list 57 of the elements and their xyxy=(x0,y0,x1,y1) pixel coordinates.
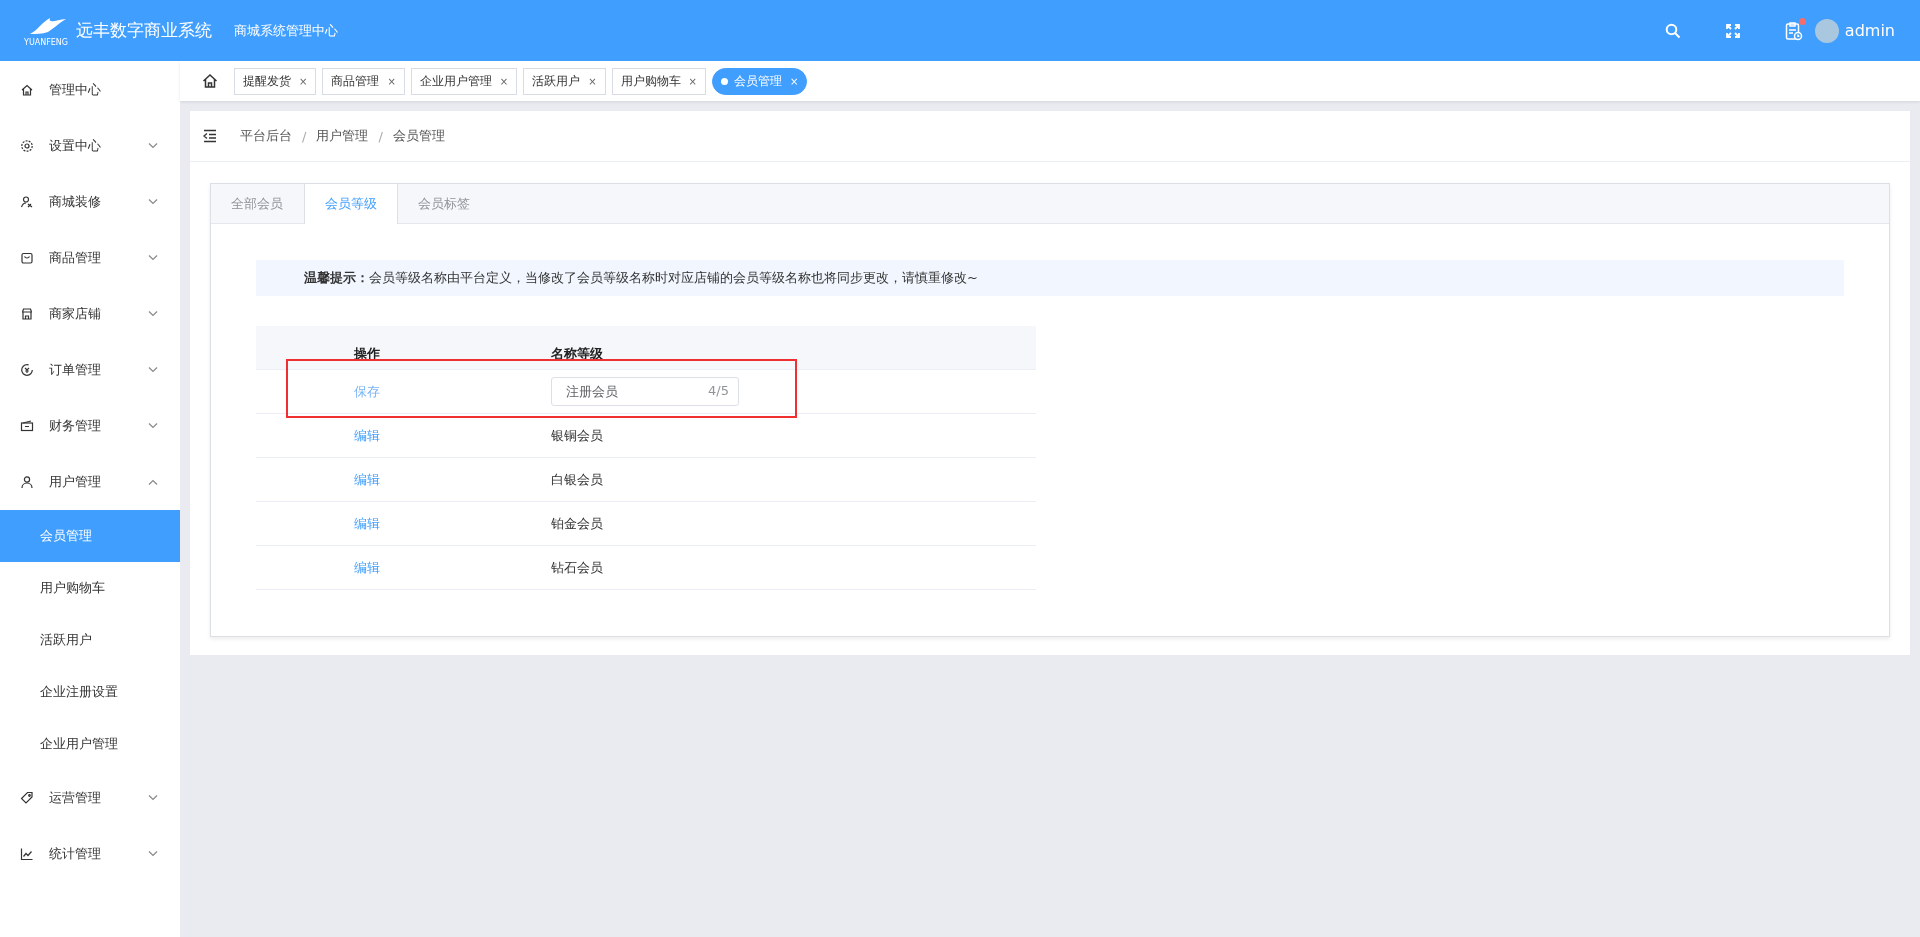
page-tab[interactable]: 企业用户管理 × xyxy=(410,67,518,95)
menu-item-icon xyxy=(20,195,34,209)
menu-item-icon xyxy=(20,847,34,861)
close-tab-icon[interactable]: × xyxy=(387,75,396,87)
menu-item-icon xyxy=(20,307,34,321)
sidebar-item[interactable]: 设置中心 xyxy=(0,118,180,174)
fullscreen-icon[interactable] xyxy=(1724,22,1741,39)
table-cell: 白银会员 xyxy=(551,470,603,489)
notice-text: 温馨提示：会员等级名称由平台定义，当修改了会员等级名称时对应店铺的会员等级名称也将同步更改，请慎重修改~ xyxy=(256,260,1844,296)
close-tab-icon[interactable]: × xyxy=(499,75,509,87)
breadcrumb-item[interactable]: 会员管理 xyxy=(392,127,445,145)
close-tab-icon[interactable]: × xyxy=(588,75,597,87)
avatar[interactable] xyxy=(1814,18,1839,43)
sidebar-item[interactable]: 用户管理 xyxy=(0,454,180,510)
sidebar-subitem[interactable]: 企业注册设置 xyxy=(0,666,180,718)
breadcrumb-separator: / xyxy=(378,128,383,144)
clipboard-icon[interactable] xyxy=(1784,20,1803,41)
sidebar-item[interactable]: 财务管理 xyxy=(0,398,180,454)
breadcrumb-item[interactable]: 用户管理 xyxy=(316,127,369,145)
sidebar-item[interactable]: 运营管理 xyxy=(0,770,180,826)
breadcrumb-item[interactable]: 平台后台 xyxy=(240,127,292,145)
search-icon[interactable] xyxy=(1664,22,1681,39)
menu-item-icon xyxy=(20,475,34,489)
menu-item-icon xyxy=(20,791,34,805)
logo-caption: YUANFENG xyxy=(24,38,69,47)
app-subtitle: 商城系统管理中心 xyxy=(234,21,338,40)
table-cell: 银铜会员 xyxy=(551,426,603,445)
sidebar-item[interactable]: 商城装修 xyxy=(0,174,180,230)
page-tab[interactable]: 用户购物车 × xyxy=(611,67,706,95)
sidebar-item[interactable]: 管理中心 xyxy=(0,62,180,118)
menu-item-icon xyxy=(20,363,34,377)
column-header: 名称等级 xyxy=(551,345,603,363)
close-tab-icon[interactable]: × xyxy=(299,75,308,87)
sidebar-item[interactable]: 商品管理 xyxy=(0,230,180,286)
sidebar-subitem[interactable]: 活跃用户 xyxy=(0,614,180,666)
sidebar-subitem[interactable]: 企业用户管理 xyxy=(0,718,180,770)
menu-item-icon xyxy=(20,251,34,265)
sidebar-item[interactable]: 订单管理 xyxy=(0,342,180,398)
menu-item-icon xyxy=(20,419,34,433)
page-tab[interactable]: 商品管理 × xyxy=(322,67,405,95)
sidebar-item[interactable]: 商家店铺 xyxy=(0,286,180,342)
breadcrumb-separator: / xyxy=(302,128,307,144)
character-counter: 4/5 xyxy=(708,383,729,398)
table-cell: 钻石会员 xyxy=(551,558,603,577)
table-cell: 铂金会员 xyxy=(551,514,603,533)
collapse-menu-icon[interactable] xyxy=(202,129,218,143)
sidebar-subitem[interactable]: 用户购物车 xyxy=(0,562,180,614)
page-tab[interactable]: 活跃用户 × xyxy=(523,67,606,95)
menu-item-icon xyxy=(20,139,34,153)
menu-item-icon xyxy=(20,83,34,97)
active-dot xyxy=(720,77,728,85)
home-icon[interactable] xyxy=(202,73,218,89)
close-tab-icon[interactable]: × xyxy=(688,75,697,87)
app-name: 远丰数字商业系统 xyxy=(76,19,212,42)
column-header: 操作 xyxy=(354,345,381,363)
sidebar-item[interactable]: 统计管理 xyxy=(0,826,180,882)
page-tab[interactable]: 提醒发货 × xyxy=(234,67,317,95)
